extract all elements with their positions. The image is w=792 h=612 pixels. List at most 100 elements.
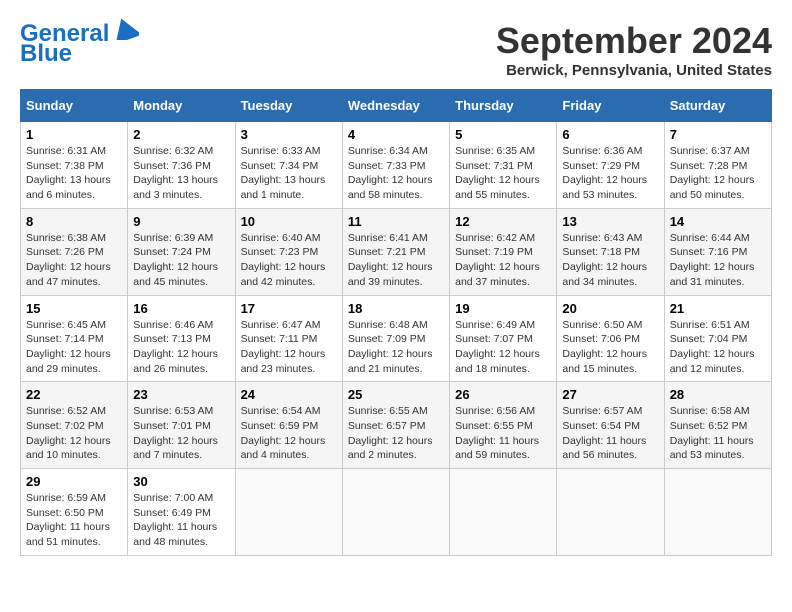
calendar-cell: 27 Sunrise: 6:57 AMSunset: 6:54 PMDaylig… [557, 382, 664, 469]
day-number: 16 [133, 301, 229, 316]
calendar-cell: 7 Sunrise: 6:37 AMSunset: 7:28 PMDayligh… [664, 122, 771, 209]
calendar-cell: 21 Sunrise: 6:51 AMSunset: 7:04 PMDaylig… [664, 295, 771, 382]
calendar-week-row: 22 Sunrise: 6:52 AMSunset: 7:02 PMDaylig… [21, 382, 772, 469]
calendar-cell: 17 Sunrise: 6:47 AMSunset: 7:11 PMDaylig… [235, 295, 342, 382]
calendar-cell [557, 469, 664, 556]
calendar-cell: 15 Sunrise: 6:45 AMSunset: 7:14 PMDaylig… [21, 295, 128, 382]
calendar-cell: 18 Sunrise: 6:48 AMSunset: 7:09 PMDaylig… [342, 295, 449, 382]
day-info: Sunrise: 6:59 AMSunset: 6:50 PMDaylight:… [26, 492, 110, 548]
month-title: September 2024 [496, 20, 772, 62]
col-sunday: Sunday [21, 90, 128, 122]
day-number: 11 [348, 214, 444, 229]
day-info: Sunrise: 6:35 AMSunset: 7:31 PMDaylight:… [455, 145, 540, 201]
day-number: 25 [348, 387, 444, 402]
col-monday: Monday [128, 90, 235, 122]
calendar-cell: 26 Sunrise: 6:56 AMSunset: 6:55 PMDaylig… [450, 382, 557, 469]
calendar-cell: 8 Sunrise: 6:38 AMSunset: 7:26 PMDayligh… [21, 208, 128, 295]
day-number: 13 [562, 214, 658, 229]
calendar-cell: 22 Sunrise: 6:52 AMSunset: 7:02 PMDaylig… [21, 382, 128, 469]
day-number: 14 [670, 214, 766, 229]
calendar-cell: 28 Sunrise: 6:58 AMSunset: 6:52 PMDaylig… [664, 382, 771, 469]
day-info: Sunrise: 6:39 AMSunset: 7:24 PMDaylight:… [133, 232, 218, 288]
logo-bird-icon [111, 18, 139, 40]
day-info: Sunrise: 6:56 AMSunset: 6:55 PMDaylight:… [455, 405, 539, 461]
calendar-cell [235, 469, 342, 556]
calendar-cell: 24 Sunrise: 6:54 AMSunset: 6:59 PMDaylig… [235, 382, 342, 469]
day-info: Sunrise: 6:47 AMSunset: 7:11 PMDaylight:… [241, 319, 326, 375]
day-number: 1 [26, 127, 122, 142]
day-number: 29 [26, 474, 122, 489]
calendar-cell: 6 Sunrise: 6:36 AMSunset: 7:29 PMDayligh… [557, 122, 664, 209]
calendar-cell: 10 Sunrise: 6:40 AMSunset: 7:23 PMDaylig… [235, 208, 342, 295]
day-info: Sunrise: 6:33 AMSunset: 7:34 PMDaylight:… [241, 145, 326, 201]
calendar-cell: 25 Sunrise: 6:55 AMSunset: 6:57 PMDaylig… [342, 382, 449, 469]
col-thursday: Thursday [450, 90, 557, 122]
day-number: 17 [241, 301, 337, 316]
day-info: Sunrise: 6:34 AMSunset: 7:33 PMDaylight:… [348, 145, 433, 201]
day-number: 7 [670, 127, 766, 142]
title-area: September 2024 Berwick, Pennsylvania, Un… [496, 20, 772, 79]
calendar-cell: 16 Sunrise: 6:46 AMSunset: 7:13 PMDaylig… [128, 295, 235, 382]
day-number: 22 [26, 387, 122, 402]
calendar-header-row: Sunday Monday Tuesday Wednesday Thursday… [21, 90, 772, 122]
calendar-cell: 1 Sunrise: 6:31 AMSunset: 7:38 PMDayligh… [21, 122, 128, 209]
calendar-cell: 20 Sunrise: 6:50 AMSunset: 7:06 PMDaylig… [557, 295, 664, 382]
calendar-cell: 12 Sunrise: 6:42 AMSunset: 7:19 PMDaylig… [450, 208, 557, 295]
day-info: Sunrise: 6:42 AMSunset: 7:19 PMDaylight:… [455, 232, 540, 288]
calendar-cell: 23 Sunrise: 6:53 AMSunset: 7:01 PMDaylig… [128, 382, 235, 469]
day-number: 8 [26, 214, 122, 229]
day-info: Sunrise: 6:53 AMSunset: 7:01 PMDaylight:… [133, 405, 218, 461]
calendar-cell: 19 Sunrise: 6:49 AMSunset: 7:07 PMDaylig… [450, 295, 557, 382]
day-info: Sunrise: 6:50 AMSunset: 7:06 PMDaylight:… [562, 319, 647, 375]
day-info: Sunrise: 6:49 AMSunset: 7:07 PMDaylight:… [455, 319, 540, 375]
calendar-cell: 29 Sunrise: 6:59 AMSunset: 6:50 PMDaylig… [21, 469, 128, 556]
day-number: 20 [562, 301, 658, 316]
day-number: 24 [241, 387, 337, 402]
day-info: Sunrise: 6:38 AMSunset: 7:26 PMDaylight:… [26, 232, 111, 288]
day-info: Sunrise: 6:58 AMSunset: 6:52 PMDaylight:… [670, 405, 754, 461]
day-number: 12 [455, 214, 551, 229]
col-wednesday: Wednesday [342, 90, 449, 122]
calendar-cell: 30 Sunrise: 7:00 AMSunset: 6:49 PMDaylig… [128, 469, 235, 556]
calendar-cell: 2 Sunrise: 6:32 AMSunset: 7:36 PMDayligh… [128, 122, 235, 209]
calendar-week-row: 8 Sunrise: 6:38 AMSunset: 7:26 PMDayligh… [21, 208, 772, 295]
logo: General Blue [20, 20, 139, 68]
calendar-week-row: 1 Sunrise: 6:31 AMSunset: 7:38 PMDayligh… [21, 122, 772, 209]
day-info: Sunrise: 6:48 AMSunset: 7:09 PMDaylight:… [348, 319, 433, 375]
header: General Blue September 2024 Berwick, Pen… [20, 20, 772, 79]
day-number: 5 [455, 127, 551, 142]
day-info: Sunrise: 6:31 AMSunset: 7:38 PMDaylight:… [26, 145, 111, 201]
logo-blue-text: Blue [20, 40, 72, 68]
day-info: Sunrise: 6:57 AMSunset: 6:54 PMDaylight:… [562, 405, 646, 461]
day-number: 3 [241, 127, 337, 142]
day-number: 10 [241, 214, 337, 229]
day-number: 21 [670, 301, 766, 316]
calendar-week-row: 29 Sunrise: 6:59 AMSunset: 6:50 PMDaylig… [21, 469, 772, 556]
day-number: 18 [348, 301, 444, 316]
day-info: Sunrise: 6:55 AMSunset: 6:57 PMDaylight:… [348, 405, 433, 461]
day-info: Sunrise: 7:00 AMSunset: 6:49 PMDaylight:… [133, 492, 217, 548]
day-info: Sunrise: 6:41 AMSunset: 7:21 PMDaylight:… [348, 232, 433, 288]
calendar-cell: 14 Sunrise: 6:44 AMSunset: 7:16 PMDaylig… [664, 208, 771, 295]
calendar-cell: 4 Sunrise: 6:34 AMSunset: 7:33 PMDayligh… [342, 122, 449, 209]
col-friday: Friday [557, 90, 664, 122]
calendar-cell: 13 Sunrise: 6:43 AMSunset: 7:18 PMDaylig… [557, 208, 664, 295]
calendar-cell: 5 Sunrise: 6:35 AMSunset: 7:31 PMDayligh… [450, 122, 557, 209]
day-number: 4 [348, 127, 444, 142]
day-number: 15 [26, 301, 122, 316]
day-info: Sunrise: 6:46 AMSunset: 7:13 PMDaylight:… [133, 319, 218, 375]
col-tuesday: Tuesday [235, 90, 342, 122]
day-info: Sunrise: 6:36 AMSunset: 7:29 PMDaylight:… [562, 145, 647, 201]
day-number: 6 [562, 127, 658, 142]
day-info: Sunrise: 6:40 AMSunset: 7:23 PMDaylight:… [241, 232, 326, 288]
day-info: Sunrise: 6:52 AMSunset: 7:02 PMDaylight:… [26, 405, 111, 461]
day-number: 26 [455, 387, 551, 402]
day-info: Sunrise: 6:45 AMSunset: 7:14 PMDaylight:… [26, 319, 111, 375]
calendar-week-row: 15 Sunrise: 6:45 AMSunset: 7:14 PMDaylig… [21, 295, 772, 382]
calendar: Sunday Monday Tuesday Wednesday Thursday… [20, 89, 772, 556]
day-number: 28 [670, 387, 766, 402]
day-info: Sunrise: 6:37 AMSunset: 7:28 PMDaylight:… [670, 145, 755, 201]
day-info: Sunrise: 6:44 AMSunset: 7:16 PMDaylight:… [670, 232, 755, 288]
col-saturday: Saturday [664, 90, 771, 122]
location: Berwick, Pennsylvania, United States [496, 62, 772, 79]
